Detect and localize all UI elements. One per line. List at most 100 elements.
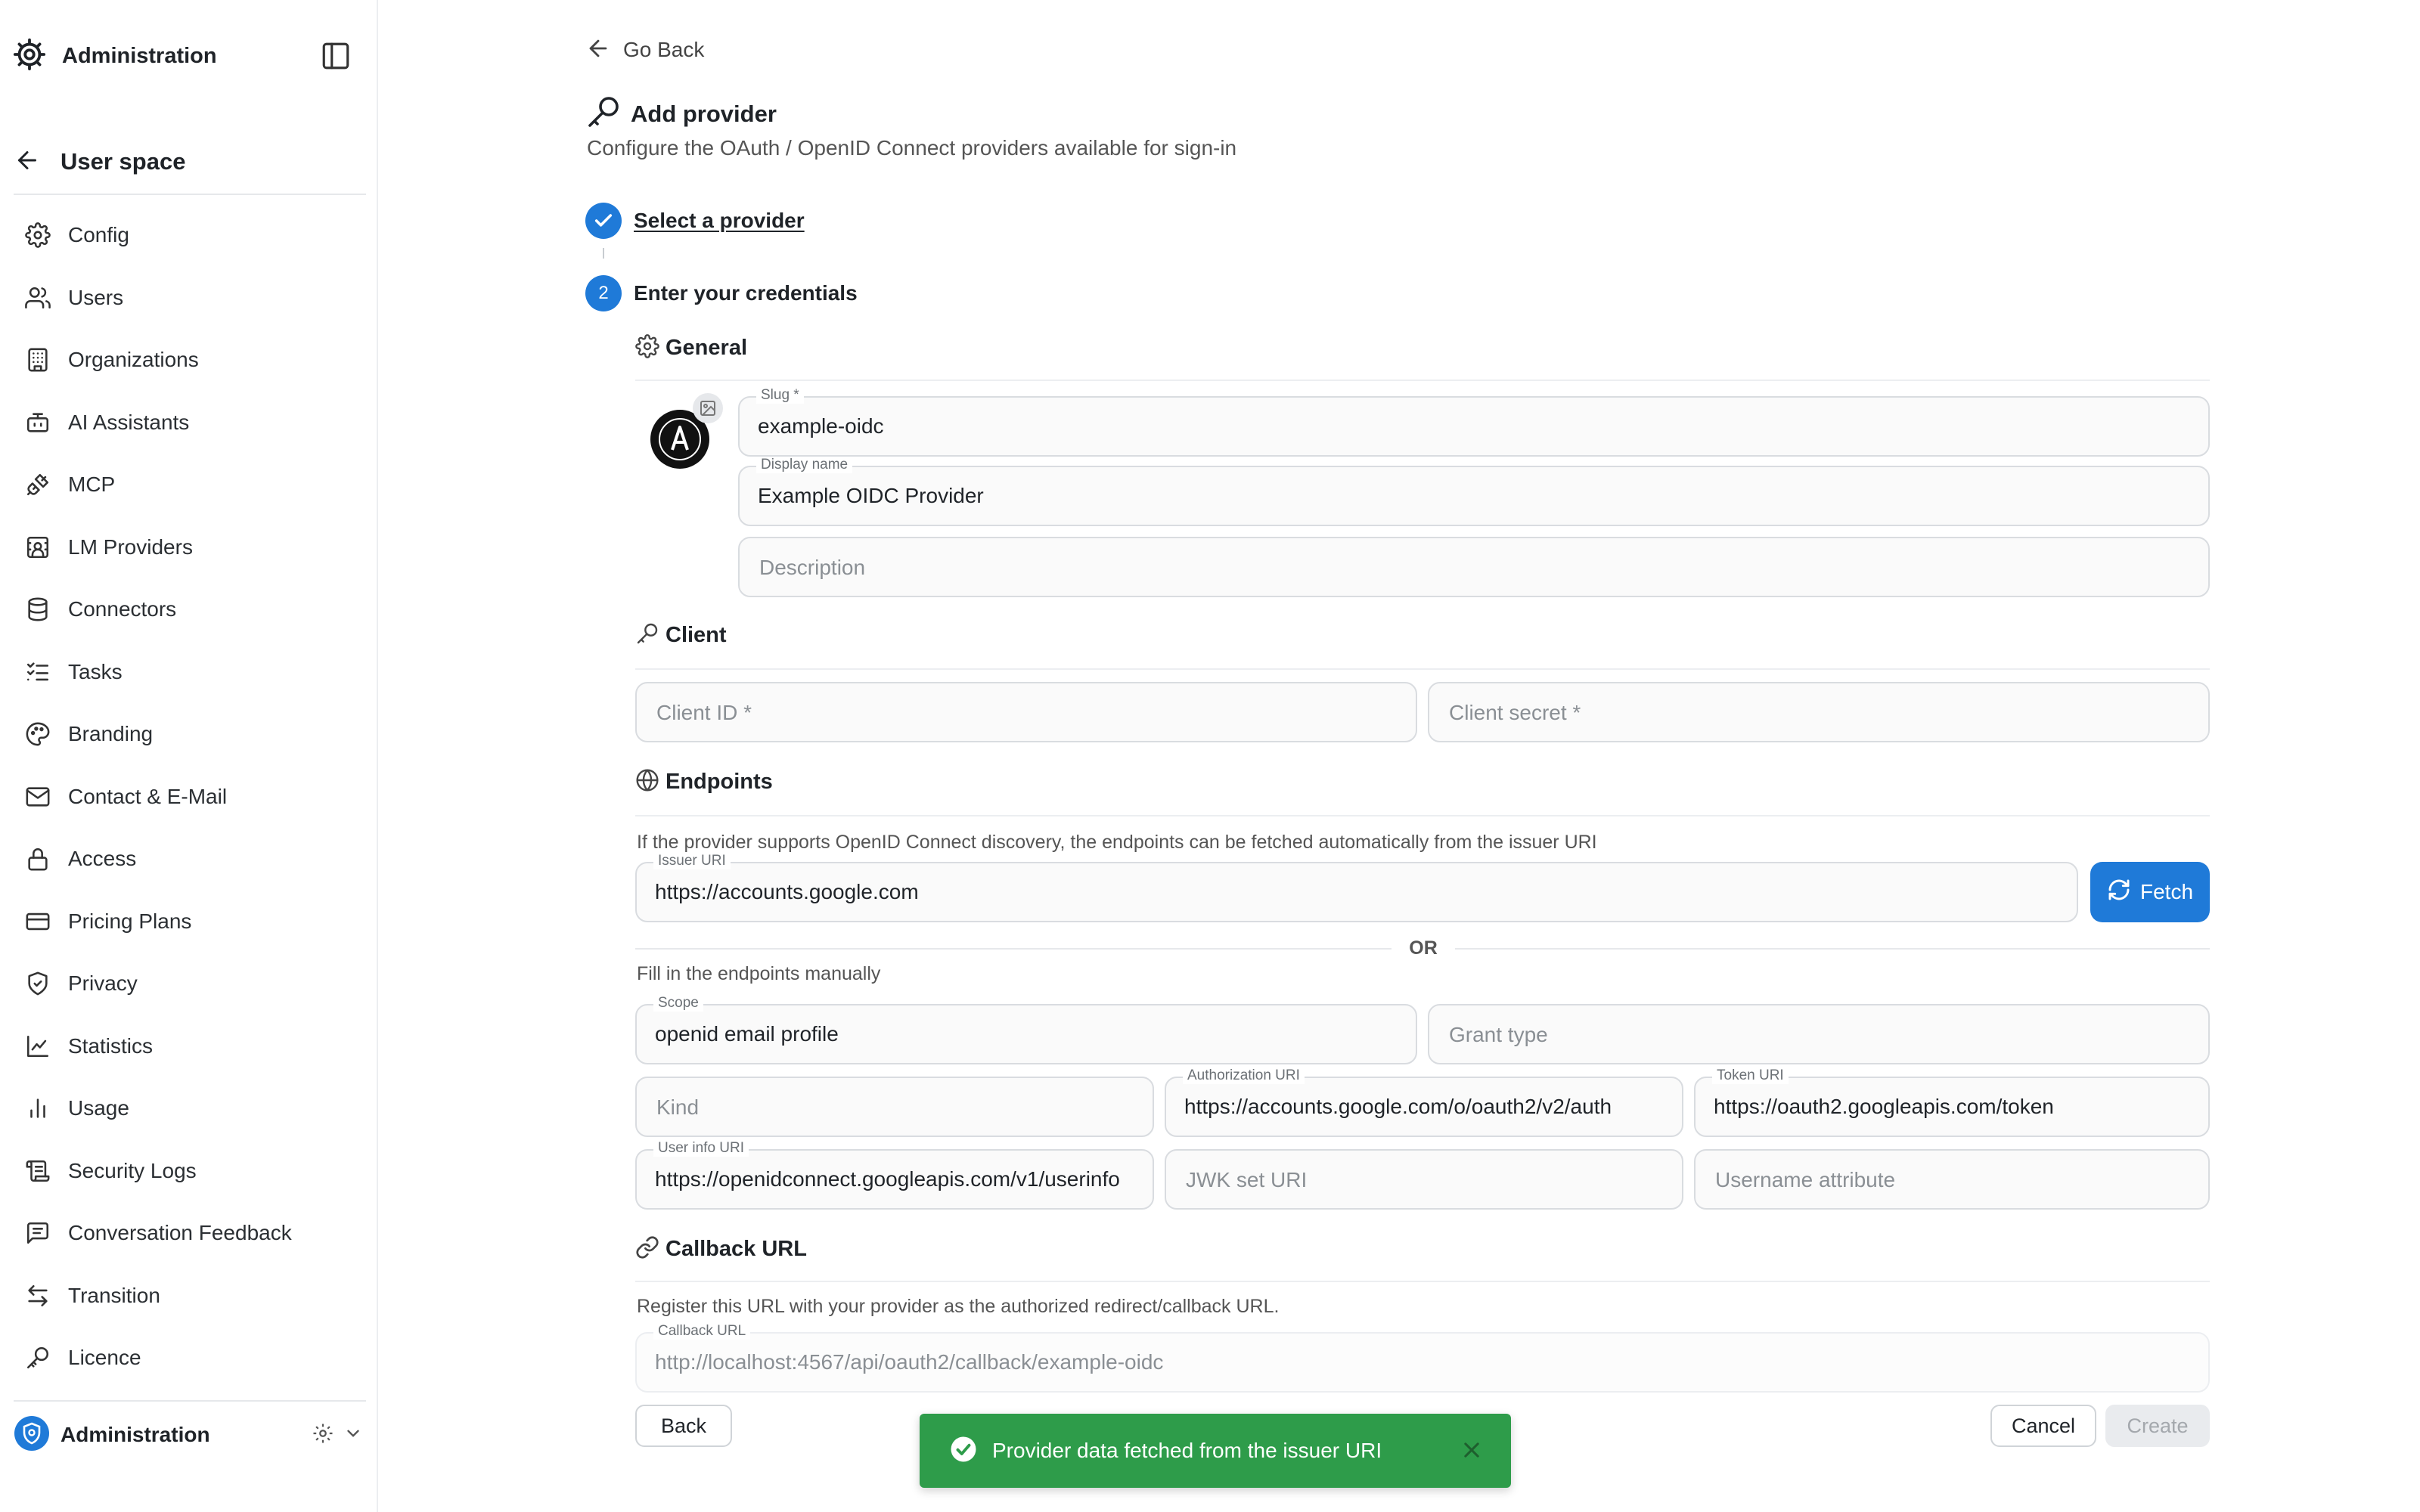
section-callback-url: Callback URL xyxy=(635,1235,807,1263)
scope-value: openid email profile xyxy=(655,1022,839,1046)
gear-logo-icon xyxy=(12,37,47,76)
fetch-button[interactable]: Fetch xyxy=(2090,862,2210,922)
users-icon xyxy=(23,283,53,313)
sidebar-item-security-logs[interactable]: Security Logs xyxy=(14,1140,366,1203)
step-label[interactable]: Select a provider xyxy=(634,209,805,233)
server-icon xyxy=(23,532,53,562)
workspace-switcher[interactable]: Administration xyxy=(14,1411,366,1459)
manual-hint: Fill in the endpoints manually xyxy=(637,963,881,984)
section-title: General xyxy=(666,336,747,360)
arrows-left-right-icon xyxy=(23,1281,53,1311)
sidebar-item-label: Config xyxy=(68,223,129,247)
sidebar-item-licence[interactable]: Licence xyxy=(14,1327,366,1390)
scope-field[interactable]: Scope openid email profile xyxy=(635,995,1417,1064)
arrow-left-icon xyxy=(585,36,611,65)
chevron-down-icon[interactable] xyxy=(343,1424,363,1447)
sidebar-item-label: Conversation Feedback xyxy=(68,1221,292,1245)
user-space-link[interactable]: User space xyxy=(14,141,366,183)
user-space-label: User space xyxy=(60,148,186,175)
sidebar-item-lm-providers[interactable]: LM Providers xyxy=(14,516,366,579)
go-back-link[interactable]: Go Back xyxy=(585,33,704,67)
kind-select[interactable]: Kind xyxy=(635,1077,1154,1137)
sidebar-toggle-icon[interactable] xyxy=(315,35,357,77)
sidebar-item-label: Security Logs xyxy=(68,1158,197,1182)
authorization-uri-value: https://accounts.google.com/o/oauth2/v2/… xyxy=(1184,1095,1612,1118)
globe-icon xyxy=(635,768,659,796)
sidebar-item-label: Organizations xyxy=(68,348,199,372)
sidebar-item-mcp[interactable]: MCP xyxy=(14,454,366,516)
sidebar-item-label: Tasks xyxy=(68,659,123,683)
token-uri-field[interactable]: Token URI https://oauth2.googleapis.com/… xyxy=(1694,1067,2210,1137)
authorization-uri-field[interactable]: Authorization URI https://accounts.googl… xyxy=(1165,1067,1683,1137)
bar-chart-icon xyxy=(23,1093,53,1123)
user-info-uri-field[interactable]: User info URI https://openidconnect.goog… xyxy=(635,1140,1154,1210)
section-divider xyxy=(635,380,2210,381)
key-icon xyxy=(635,621,659,649)
issuer-uri-field[interactable]: Issuer URI https://accounts.google.com xyxy=(635,853,2078,922)
sidebar-item-tasks[interactable]: Tasks xyxy=(14,641,366,704)
sidebar-item-label: Usage xyxy=(68,1096,129,1120)
sidebar-item-users[interactable]: Users xyxy=(14,267,366,330)
display-name-field[interactable]: Display name Example OIDC Provider xyxy=(738,457,2210,526)
create-button[interactable]: Create xyxy=(2105,1405,2210,1447)
gear-icon[interactable] xyxy=(312,1422,334,1448)
building-icon xyxy=(23,345,53,375)
username-attribute-field[interactable]: Username attribute xyxy=(1694,1149,2210,1210)
sidebar-item-label: Privacy xyxy=(68,971,138,996)
slug-field[interactable]: Slug * example-oidc xyxy=(738,387,2210,457)
sidebar-item-label: Statistics xyxy=(68,1033,154,1058)
plug-icon xyxy=(23,469,53,500)
grant-type-select[interactable]: Grant type xyxy=(1428,1004,2210,1064)
step-number: 2 xyxy=(585,275,622,311)
page-title-text: Add provider xyxy=(631,100,777,127)
sidebar-item-usage[interactable]: Usage xyxy=(14,1077,366,1140)
sidebar-item-label: Licence xyxy=(68,1346,141,1370)
or-divider: OR xyxy=(635,937,2210,959)
client-id-field[interactable]: Client ID * xyxy=(635,682,1417,742)
callback-url-value: http://localhost:4567/api/oauth2/callbac… xyxy=(655,1350,1164,1374)
workspace-label: Administration xyxy=(60,1423,210,1446)
sidebar-item-contact-email[interactable]: Contact & E-Mail xyxy=(14,766,366,829)
callback-url-field: Callback URL http://localhost:4567/api/o… xyxy=(635,1323,2210,1393)
section-divider xyxy=(635,1281,2210,1282)
sidebar-item-branding[interactable]: Branding xyxy=(14,703,366,766)
check-icon xyxy=(585,203,622,239)
image-edit-icon[interactable] xyxy=(693,393,723,423)
step-enter-credentials: 2 Enter your credentials xyxy=(585,275,858,311)
success-toast: Provider data fetched from the issuer UR… xyxy=(920,1414,1511,1488)
sidebar-item-transition[interactable]: Transition xyxy=(14,1265,366,1328)
key-icon xyxy=(23,1343,53,1373)
step-select-provider[interactable]: Select a provider xyxy=(585,203,805,239)
sidebar-item-privacy[interactable]: Privacy xyxy=(14,953,366,1015)
jwk-set-uri-placeholder: JWK set URI xyxy=(1186,1168,1308,1191)
sidebar-item-pricing-plans[interactable]: Pricing Plans xyxy=(14,891,366,953)
client-secret-field[interactable]: Client secret * xyxy=(1428,682,2210,742)
scroll-icon xyxy=(23,1156,53,1186)
gear-icon xyxy=(635,334,659,362)
jwk-set-uri-field[interactable]: JWK set URI xyxy=(1165,1149,1683,1210)
description-placeholder: Description xyxy=(759,556,866,579)
page-title: Add provider xyxy=(585,94,777,134)
sidebar-item-label: Branding xyxy=(68,722,154,746)
back-button[interactable]: Back xyxy=(635,1405,732,1447)
workspace-actions xyxy=(312,1422,363,1448)
message-square-icon xyxy=(23,1218,53,1248)
close-icon[interactable] xyxy=(1458,1436,1485,1464)
description-field[interactable]: Description xyxy=(738,537,2210,597)
section-title: Callback URL xyxy=(666,1237,807,1261)
sidebar-item-statistics[interactable]: Statistics xyxy=(14,1015,366,1078)
sidebar-item-label: Users xyxy=(68,285,124,309)
sidebar-item-config[interactable]: Config xyxy=(14,204,366,267)
sidebar-item-label: Connectors xyxy=(68,597,177,621)
admin-shield-icon xyxy=(14,1415,50,1455)
sidebar-item-connectors[interactable]: Connectors xyxy=(14,578,366,641)
arrow-left-icon xyxy=(14,147,41,178)
sidebar-title: Administration xyxy=(62,43,217,68)
client-secret-placeholder: Client secret * xyxy=(1449,701,1581,724)
cancel-button[interactable]: Cancel xyxy=(1990,1405,2096,1447)
sidebar-item-organizations[interactable]: Organizations xyxy=(14,329,366,392)
shield-check-icon xyxy=(23,968,53,999)
sidebar-item-conversation-feedback[interactable]: Conversation Feedback xyxy=(14,1202,366,1265)
sidebar-item-ai-assistants[interactable]: AI Assistants xyxy=(14,392,366,454)
sidebar-item-access[interactable]: Access xyxy=(14,828,366,891)
